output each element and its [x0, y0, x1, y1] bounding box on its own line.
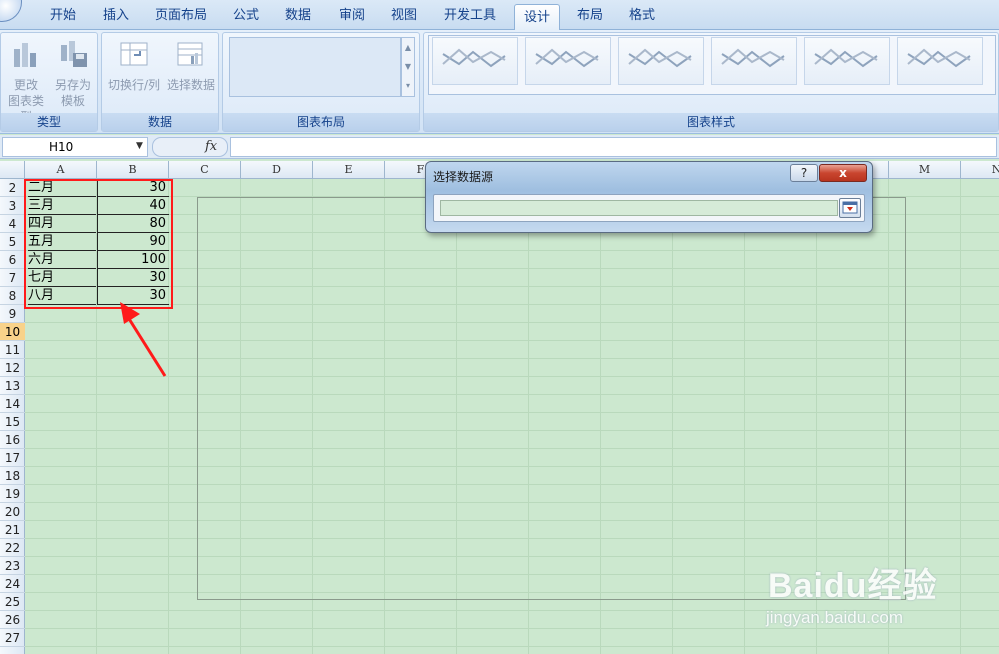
baidu-watermark: Baidu经验 jingyan.baidu.com	[760, 548, 992, 648]
group-label-data: 数据	[102, 113, 218, 131]
row-header-26[interactable]: 26	[0, 611, 25, 629]
row-header-4[interactable]: 4	[0, 215, 25, 233]
row-header-10[interactable]: 10	[0, 323, 25, 341]
watermark-url: jingyan.baidu.com	[766, 608, 904, 627]
excel-window: 开始 插入 页面布局 公式 数据 审阅 视图 开发工具 设计 布局 格式 更改 …	[0, 0, 999, 654]
row-header-9[interactable]: 9	[0, 305, 25, 323]
row-headers: 2 3 4 5 6 7 8 9 10 11 12 13 14 15 16 17 18 19 20 21 22 23 24 25…	[0, 179, 25, 654]
row-header-12[interactable]: 12	[0, 359, 25, 377]
watermark-brand: Baidu经验	[768, 567, 938, 605]
row-header-23[interactable]: 23	[0, 557, 25, 575]
dialog-body	[433, 194, 865, 222]
select-data-icon	[177, 42, 203, 66]
tab-design[interactable]: 设计	[514, 4, 560, 31]
chart-style-option[interactable]	[525, 37, 611, 85]
ribbon: 更改 图表类型 另存为 模板 类型 切换行/列 选择数据 数据	[0, 30, 999, 134]
switch-row-column-icon	[120, 42, 148, 66]
row-header-11[interactable]: 11	[0, 341, 25, 359]
row-header-7[interactable]: 7	[0, 269, 25, 287]
layout-gallery[interactable]	[229, 37, 401, 97]
row-header-24[interactable]: 24	[0, 575, 25, 593]
collapse-dialog-button[interactable]	[839, 198, 861, 218]
switch-row-column-button[interactable]: 切换行/列	[106, 39, 162, 93]
row-header-17[interactable]: 17	[0, 449, 25, 467]
tab-developer[interactable]: 开发工具	[436, 3, 504, 30]
name-box[interactable]: H10	[2, 137, 148, 157]
scroll-arrows-icon: ▲ ▼ ▾	[404, 43, 412, 90]
row-header-2[interactable]: 2	[0, 179, 25, 197]
tab-home[interactable]: 开始	[40, 3, 86, 30]
column-header-c[interactable]: C	[169, 161, 241, 179]
select-data-source-dialog: 选择数据源 ? x	[425, 161, 873, 233]
office-button[interactable]	[0, 0, 22, 22]
group-data: 切换行/列 选择数据 数据	[101, 32, 219, 132]
save-template-icon	[61, 41, 87, 67]
row-header-19[interactable]: 19	[0, 485, 25, 503]
tab-data[interactable]: 数据	[276, 3, 320, 30]
tab-format[interactable]: 格式	[620, 3, 664, 30]
select-all-corner[interactable]	[0, 161, 25, 179]
row-header-5[interactable]: 5	[0, 233, 25, 251]
row-header-14[interactable]: 14	[0, 395, 25, 413]
group-label-type: 类型	[1, 113, 97, 131]
dialog-close-button[interactable]: x	[819, 164, 867, 182]
chart-style-option[interactable]	[897, 37, 983, 85]
row-header-13[interactable]: 13	[0, 377, 25, 395]
group-chart-layout: ▲ ▼ ▾ 图表布局	[222, 32, 420, 132]
tab-formulas[interactable]: 公式	[224, 3, 268, 30]
chart-style-option[interactable]	[804, 37, 890, 85]
red-arrow-icon	[120, 302, 167, 377]
dialog-title: 选择数据源	[433, 170, 494, 184]
row-header-16[interactable]: 16	[0, 431, 25, 449]
tab-view[interactable]: 视图	[382, 3, 426, 30]
insert-function-icon[interactable]: fx	[205, 139, 217, 154]
group-type: 更改 图表类型 另存为 模板 类型	[0, 32, 98, 132]
row-header-15[interactable]: 15	[0, 413, 25, 431]
row-header-22[interactable]: 22	[0, 539, 25, 557]
highlight-box	[24, 179, 173, 309]
select-data-button[interactable]: 选择数据	[164, 39, 218, 93]
chart-style-option[interactable]	[618, 37, 704, 85]
formula-controls: fx	[152, 137, 228, 157]
chart-style-option[interactable]	[432, 37, 518, 85]
row-header-18[interactable]: 18	[0, 467, 25, 485]
chart-area[interactable]	[197, 197, 906, 600]
name-box-dropdown-icon[interactable]: ▼	[136, 141, 143, 151]
formula-bar: H10 ▼ fx	[0, 135, 999, 159]
group-label-chart-styles: 图表样式	[424, 113, 998, 131]
range-select-icon	[842, 201, 858, 214]
tab-review[interactable]: 审阅	[330, 3, 374, 30]
tab-layout[interactable]: 布局	[568, 3, 612, 30]
data-range-input[interactable]	[440, 200, 838, 216]
row-header-6[interactable]: 6	[0, 251, 25, 269]
tab-insert[interactable]: 插入	[94, 3, 138, 30]
row-header-25[interactable]: 25	[0, 593, 25, 611]
row-header-3[interactable]: 3	[0, 197, 25, 215]
dialog-help-button[interactable]: ?	[790, 164, 818, 182]
chart-style-option[interactable]	[711, 37, 797, 85]
column-header-e[interactable]: E	[313, 161, 385, 179]
column-header-m[interactable]: M	[889, 161, 961, 179]
row-header-8[interactable]: 8	[0, 287, 25, 305]
column-header-d[interactable]: D	[241, 161, 313, 179]
tab-page-layout[interactable]: 页面布局	[148, 3, 214, 30]
column-header-n[interactable]: N	[961, 161, 999, 179]
layout-gallery-scroll[interactable]: ▲ ▼ ▾	[401, 37, 415, 97]
ribbon-tab-bar: 开始 插入 页面布局 公式 数据 审阅 视图 开发工具 设计 布局 格式	[0, 0, 999, 31]
row-header-27[interactable]: 27	[0, 629, 25, 647]
row-header-21[interactable]: 21	[0, 521, 25, 539]
chart-type-icon	[14, 43, 36, 67]
column-header-b[interactable]: B	[97, 161, 169, 179]
column-header-a[interactable]: A	[25, 161, 97, 179]
formula-input[interactable]	[230, 137, 997, 157]
save-as-template-button[interactable]: 另存为 模板	[51, 39, 95, 109]
group-chart-styles: 图表样式	[423, 32, 999, 132]
group-label-chart-layout: 图表布局	[223, 113, 419, 131]
row-header-20[interactable]: 20	[0, 503, 25, 521]
